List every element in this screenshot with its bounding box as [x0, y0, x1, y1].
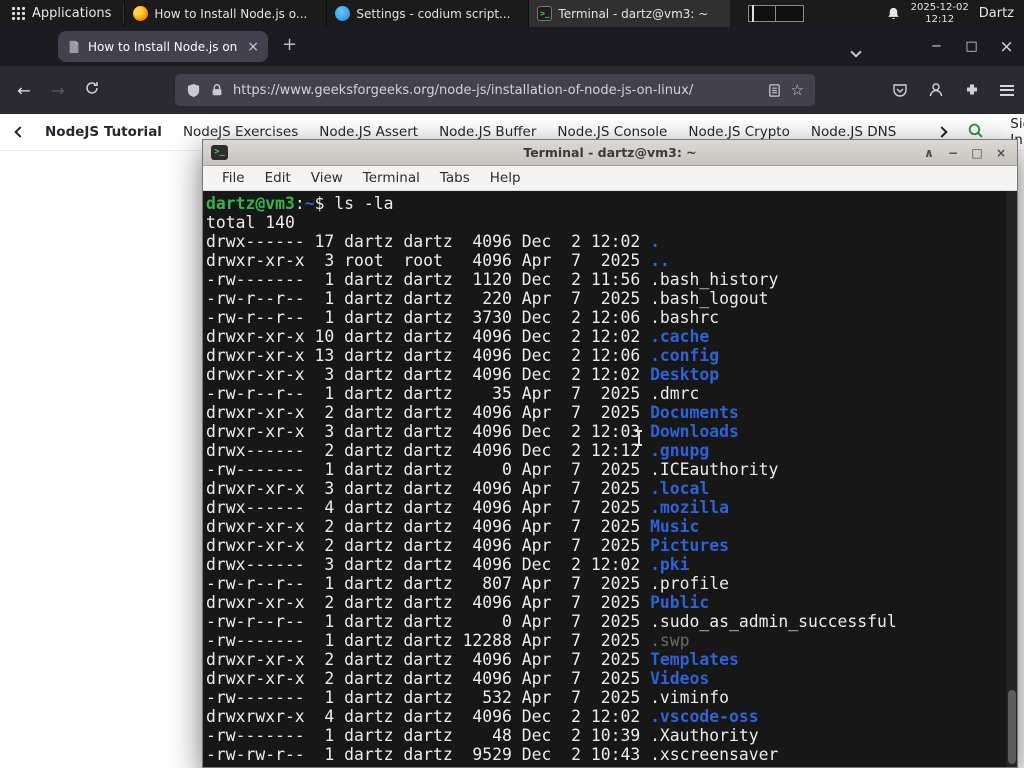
minimize-button[interactable]: − [945, 146, 961, 160]
new-tab-button[interactable]: + [282, 34, 297, 55]
workspace-1[interactable] [748, 5, 777, 22]
terminal-titlebar[interactable]: >_ Terminal - dartz@vm3: ~ ∧ − □ × [203, 140, 1017, 166]
back-button[interactable]: ← [7, 81, 41, 100]
codium-icon [335, 6, 351, 21]
scrollbar-thumb[interactable] [1007, 690, 1016, 764]
terminal-title: Terminal - dartz@vm3: ~ [523, 145, 697, 160]
toolbar-right-icons [892, 74, 1014, 106]
browser-tab-strip: How to Install Node.js on × + − □ × [0, 27, 1024, 66]
close-button[interactable]: × [993, 146, 1009, 160]
applications-menu[interactable]: Applications [0, 0, 123, 27]
bookmark-star-icon[interactable]: ☆ [791, 81, 804, 99]
terminal-lines: dartz@vm3:~$ ls -la total 140 drwx------ 1… [206, 194, 897, 764]
notification-bell-icon[interactable] [886, 6, 901, 22]
terminal-window: >_ Terminal - dartz@vm3: ~ ∧ − □ × File … [202, 139, 1018, 768]
chevron-down-icon [850, 46, 862, 58]
window-controls: − □ × [919, 27, 1024, 66]
shield-icon[interactable] [186, 83, 201, 98]
pocket-icon[interactable] [892, 82, 908, 98]
terminal-app-icon: >_ [211, 145, 228, 160]
taskbar-label: Terminal - dartz@vm3: ~ [558, 6, 709, 21]
lock-icon[interactable] [210, 83, 224, 97]
desktop: How to Install Node.js on × + − □ × ← → … [0, 0, 1024, 768]
terminal-icon: >_ [537, 6, 553, 21]
menu-view[interactable]: View [301, 170, 353, 186]
gfg-nav-item-exercises[interactable]: NodeJS Exercises [183, 124, 298, 140]
url-bar[interactable]: https://www.geeksforgeeks.org/node-js/in… [175, 74, 815, 106]
minimize-button[interactable]: − [919, 39, 954, 54]
workspace-window-thumb [752, 5, 755, 22]
taskbar-button-firefox[interactable]: How to Install Node.js o... [124, 0, 326, 27]
terminal-menubar: File Edit View Terminal Tabs Help [203, 166, 1017, 191]
taskbar-button-terminal[interactable]: >_ Terminal - dartz@vm3: ~ [528, 0, 731, 27]
maximize-button[interactable]: □ [969, 146, 985, 160]
url-text: https://www.geeksforgeeks.org/node-js/in… [233, 82, 694, 98]
panel-right: 2025-12-02 12:12 Dartz [886, 2, 1024, 26]
taskbar-label: How to Install Node.js o... [154, 6, 308, 21]
gfg-nav-item-crypto[interactable]: Node.JS Crypto [688, 124, 789, 140]
terminal-output[interactable]: dartz@vm3:~$ ls -la total 140 drwx------ 1… [203, 191, 1017, 767]
close-button[interactable]: × [989, 37, 1024, 57]
firefox-icon [133, 6, 149, 21]
applications-label: Applications [32, 6, 112, 21]
terminal-window-buttons: ∧ − □ × [921, 146, 1009, 160]
gfg-nav-item-console[interactable]: Node.JS Console [557, 124, 667, 140]
scroll-left-icon[interactable] [14, 126, 26, 138]
tab-close-icon[interactable]: × [247, 39, 259, 55]
browser-nav-toolbar: ← → https://www.geeksforgeeks.org/node-j… [0, 66, 1024, 114]
mouse-cursor-ibeam [634, 429, 643, 447]
scroll-right-icon[interactable] [936, 126, 948, 138]
list-all-tabs-button[interactable] [850, 41, 862, 60]
menu-help[interactable]: Help [480, 170, 531, 186]
workspace-2[interactable] [776, 5, 805, 22]
reload-button[interactable] [75, 80, 109, 100]
panel-date: 2025-12-02 [910, 1, 969, 13]
gfg-nav-item-buffer[interactable]: Node.JS Buffer [439, 124, 536, 140]
gfg-nav-item-assert[interactable]: Node.JS Assert [319, 124, 418, 140]
taskbar-button-codium[interactable]: Settings - codium script... [326, 0, 528, 27]
page-favicon-icon [69, 40, 79, 53]
reader-mode-icon[interactable] [767, 83, 782, 98]
account-icon[interactable] [928, 82, 944, 98]
browser-tab[interactable]: How to Install Node.js on × [58, 31, 268, 62]
tab-title: How to Install Node.js on [88, 39, 238, 54]
menu-tabs[interactable]: Tabs [430, 170, 480, 186]
forward-button[interactable]: → [41, 81, 75, 100]
menu-terminal[interactable]: Terminal [353, 170, 430, 186]
top-panel: Applications How to Install Node.js o...… [0, 0, 1024, 27]
gfg-nav-item-tutorial[interactable]: NodeJS Tutorial [45, 124, 162, 140]
shade-button[interactable]: ∧ [921, 146, 937, 160]
panel-clock: 2025-12-02 12:12 [911, 2, 969, 26]
extensions-icon[interactable] [964, 82, 980, 98]
menu-file[interactable]: File [212, 170, 255, 186]
panel-username: Dartz [978, 6, 1014, 21]
taskbar-label: Settings - codium script... [356, 6, 511, 21]
menu-edit[interactable]: Edit [255, 170, 301, 186]
maximize-button[interactable]: □ [954, 39, 989, 54]
terminal-scrollbar[interactable] [1006, 191, 1017, 767]
panel-time: 12:12 [925, 13, 955, 25]
gfg-nav-item-dns[interactable]: Node.JS DNS [811, 124, 896, 140]
applications-icon [12, 7, 25, 20]
menu-icon[interactable] [1000, 84, 1014, 96]
workspace-switcher [748, 5, 805, 22]
